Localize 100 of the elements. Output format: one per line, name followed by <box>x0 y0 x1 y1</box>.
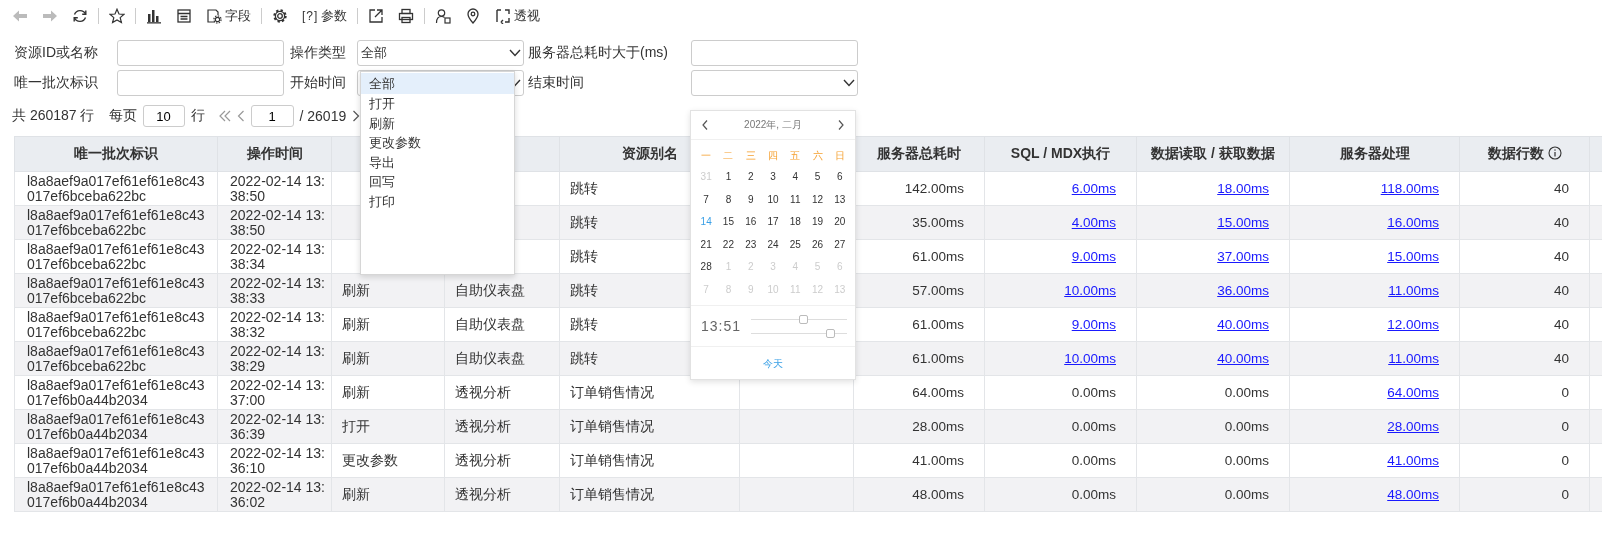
duration-link[interactable]: 11.00ms <box>1388 283 1439 298</box>
dropdown-option[interactable]: 回写 <box>361 172 514 192</box>
duration-link[interactable]: 18.00ms <box>1217 181 1269 196</box>
duration-link[interactable]: 15.00ms <box>1387 249 1439 264</box>
filter-label: 唯一批次标识 <box>14 74 99 92</box>
time-cell: 2022-02-14 13:37:00 <box>230 376 325 408</box>
filter-label: 结束时间 <box>527 74 585 92</box>
calendar-day[interactable]: 17 <box>761 211 785 234</box>
calendar-day[interactable]: 23 <box>739 233 762 256</box>
calendar-day[interactable]: 12 <box>806 188 829 211</box>
calendar-day[interactable]: 25 <box>784 233 807 256</box>
time-cell: 2022-02-14 13:36:02 <box>230 478 325 510</box>
select-field[interactable]: 全部 <box>357 40 524 66</box>
batch-id-cell: l8a8aef9a017ef61ef61e8c43017ef6b0a44b2034 <box>27 444 205 476</box>
duration-link[interactable]: 48.00ms <box>1387 487 1439 502</box>
column-header[interactable]: 服务器处理 <box>1339 145 1410 161</box>
dropdown-option[interactable]: 打开 <box>361 94 514 114</box>
duration-cell: 0.00ms <box>1071 453 1116 468</box>
calendar-day[interactable]: 3 <box>761 166 785 189</box>
calendar-day[interactable]: 26 <box>806 233 829 256</box>
duration-link[interactable]: 40.00ms <box>1217 351 1269 366</box>
batch-id-cell: l8a8aef9a017ef61ef61e8c43017ef6bceba622bc <box>27 206 205 238</box>
duration-cell: 0.00ms <box>1224 453 1269 468</box>
filter-label: 资源ID或名称 <box>14 44 99 62</box>
duration-link[interactable]: 11.00ms <box>1388 351 1439 366</box>
resource-type-cell: 透视分析 <box>455 385 511 400</box>
duration-link[interactable]: 10.00ms <box>1064 283 1116 298</box>
column-header[interactable]: 唯一批次标识 <box>74 145 158 161</box>
toolbar-button[interactable]: [?] 参数 <box>296 4 354 28</box>
duration-link[interactable]: 16.00ms <box>1387 215 1439 230</box>
duration-cell: 0.00ms <box>1071 487 1116 502</box>
duration-link[interactable]: 15.00ms <box>1217 215 1269 230</box>
resource-type-cell: 透视分析 <box>455 453 511 468</box>
calendar-day[interactable]: 22 <box>717 233 740 256</box>
batch-id-cell: l8a8aef9a017ef61ef61e8c43017ef6b0a44b2034 <box>27 410 205 442</box>
calendar-day[interactable]: 9 <box>739 188 762 211</box>
duration-link[interactable]: 37.00ms <box>1217 249 1269 264</box>
calendar-day[interactable]: 13 <box>828 188 851 211</box>
calendar-day[interactable]: 28 <box>695 256 718 279</box>
page-number-field[interactable]: 1 <box>250 105 294 127</box>
calendar-day[interactable]: 19 <box>806 211 829 234</box>
calendar-day[interactable]: 1 <box>717 166 740 189</box>
duration-link[interactable]: 9.00ms <box>1071 249 1116 264</box>
time-cell: 2022-02-14 13:38:32 <box>230 308 325 340</box>
duration-link[interactable]: 36.00ms <box>1217 283 1269 298</box>
duration-link[interactable]: 64.00ms <box>1387 385 1439 400</box>
dropdown-option[interactable]: 导出 <box>361 152 514 172</box>
batch-id-cell: l8a8aef9a017ef61ef61e8c43017ef6bceba622bc <box>27 342 205 374</box>
duration-cell: 41.00ms <box>912 453 964 468</box>
dropdown-option[interactable]: 更改参数 <box>361 133 514 153</box>
duration-cell: 48.00ms <box>912 487 964 502</box>
duration-cell: 61.00ms <box>912 351 964 366</box>
alias-cell: 订单销售情况 <box>570 385 654 400</box>
toolbar-button[interactable]: 字段 <box>200 4 257 28</box>
duration-link[interactable]: 4.00ms <box>1071 215 1116 230</box>
calendar-day[interactable]: 15 <box>717 211 740 234</box>
calendar-day[interactable]: 24 <box>761 233 785 256</box>
duration-link[interactable]: 9.00ms <box>1071 317 1116 332</box>
row-count-cell: 40 <box>1553 249 1569 264</box>
calendar-day[interactable]: 6 <box>828 166 851 189</box>
filter-label: 开始时间 <box>289 74 347 92</box>
batch-id-cell: l8a8aef9a017ef61ef61e8c43017ef6bceba622bc <box>27 240 205 272</box>
calendar-day[interactable]: 16 <box>739 211 762 234</box>
calendar-day[interactable]: 10 <box>761 188 785 211</box>
calendar-day[interactable]: 20 <box>828 211 851 234</box>
calendar-day[interactable]: 2 <box>739 166 762 189</box>
calendar-day[interactable]: 11 <box>784 188 807 211</box>
operation-cell: 刷新 <box>342 283 370 298</box>
row-count-cell: 0 <box>1561 385 1569 400</box>
duration-cell: 35.00ms <box>912 215 964 230</box>
weekday-label: 二 <box>722 149 735 163</box>
duration-link[interactable]: 6.00ms <box>1071 181 1116 196</box>
calendar-day[interactable]: 27 <box>828 233 851 256</box>
duration-link[interactable]: 118.00ms <box>1380 181 1439 196</box>
calendar-day[interactable]: 18 <box>784 211 807 234</box>
operation-cell: 刷新 <box>342 385 370 400</box>
column-header[interactable]: 数据行数 <box>1487 145 1544 161</box>
calendar-day[interactable]: 4 <box>784 166 807 189</box>
dropdown-option[interactable]: 刷新 <box>361 113 514 133</box>
calendar-day[interactable]: 21 <box>695 233 718 256</box>
duration-link[interactable]: 12.00ms <box>1387 317 1439 332</box>
duration-link[interactable]: 10.00ms <box>1064 351 1116 366</box>
column-header[interactable]: 资源别名 <box>621 145 678 161</box>
duration-link[interactable]: 28.00ms <box>1387 419 1439 434</box>
duration-link[interactable]: 40.00ms <box>1217 317 1269 332</box>
toolbar-button[interactable]: 透视 <box>489 4 547 28</box>
alias-cell: 订单销售情况 <box>570 487 654 502</box>
operation-cell: 刷新 <box>342 351 370 366</box>
dropdown-option[interactable]: 全部 <box>361 73 514 94</box>
duration-cell: 0.00ms <box>1224 419 1269 434</box>
page-size-field[interactable]: 10 <box>142 105 185 127</box>
time-cell: 2022-02-14 13:36:10 <box>230 444 325 476</box>
duration-cell: 61.00ms <box>912 249 964 264</box>
filter-label: 服务器总耗时大于(ms) <box>527 44 669 62</box>
calendar-day[interactable]: 7 <box>695 188 718 211</box>
calendar-day[interactable]: 5 <box>806 166 829 189</box>
duration-link[interactable]: 41.00ms <box>1387 453 1439 468</box>
alias-cell: 跳转 <box>570 249 598 264</box>
calendar-day[interactable]: 8 <box>717 188 740 211</box>
dropdown-option[interactable]: 打印 <box>361 191 514 211</box>
